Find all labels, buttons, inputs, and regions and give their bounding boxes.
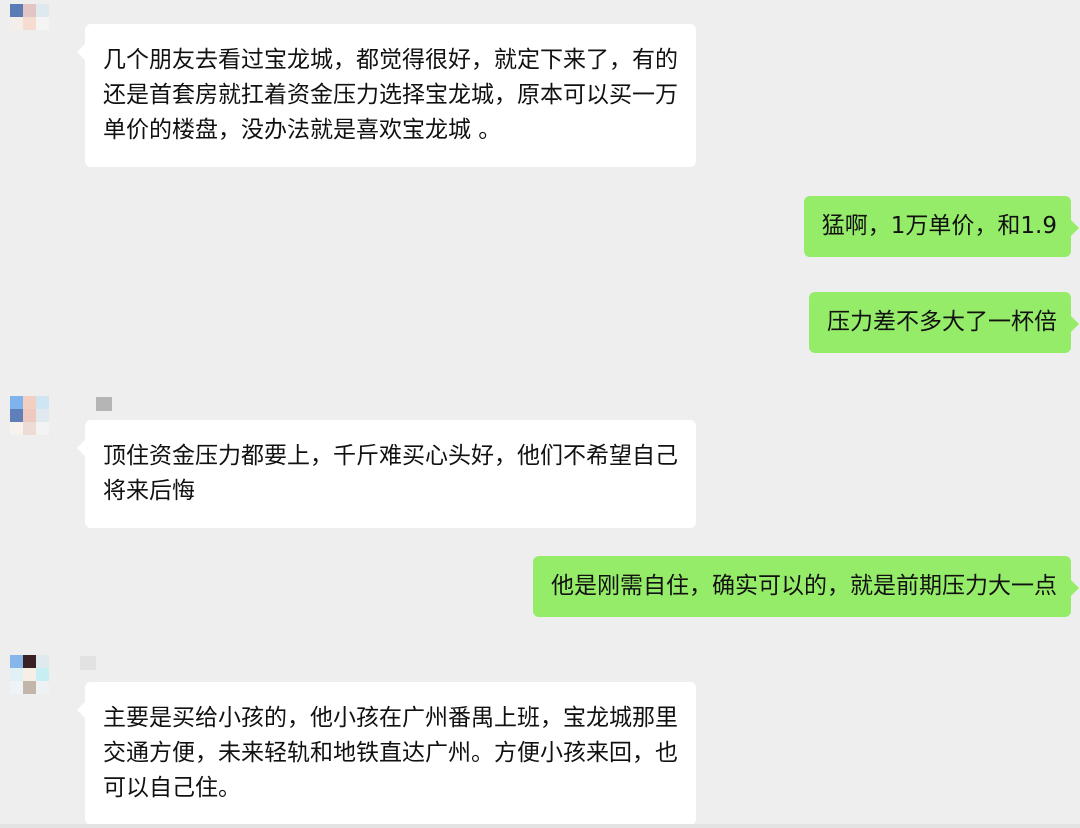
- avatar[interactable]: [10, 396, 62, 448]
- divider: [0, 824, 1080, 828]
- message-bubble-outgoing[interactable]: 压力差不多大了一杯倍: [809, 292, 1079, 353]
- avatar[interactable]: [10, 4, 62, 56]
- message-bubble-outgoing[interactable]: 他是刚需自住，确实可以的，就是前期压力大一点: [533, 556, 1079, 617]
- message-text-line: 几个朋友去看过宝龙城，都觉得很好，就定下来了，有的: [103, 47, 678, 73]
- avatar[interactable]: [10, 655, 62, 707]
- message-text-line: 猛啊，1万单价，和1.9: [821, 213, 1057, 239]
- message-text-line: 交通方便，未来轻轨和地铁直达广州。方便小孩来回，也: [103, 740, 678, 766]
- message-text-line: 他是刚需自住，确实可以的，就是前期压力大一点: [551, 573, 1057, 599]
- message-text-line: 主要是买给小孩的，他小孩在广州番禺上班，宝龙城那里: [103, 705, 678, 731]
- sender-nickname: [80, 656, 96, 670]
- message-bubble-incoming[interactable]: 顶住资金压力都要上，千斤难买心头好，他们不希望自己 将来后悔: [77, 420, 696, 528]
- message-text-line: 将来后悔: [103, 478, 195, 504]
- message-text-line: 单价的楼盘，没办法就是喜欢宝龙城 。: [103, 117, 502, 143]
- message-bubble-incoming[interactable]: 几个朋友去看过宝龙城，都觉得很好，就定下来了，有的 还是首套房就扛着资金压力选择…: [77, 24, 696, 167]
- sender-nickname: [96, 397, 112, 411]
- message-text-line: 可以自己住。: [103, 775, 241, 801]
- message-bubble-incoming[interactable]: 主要是买给小孩的，他小孩在广州番禺上班，宝龙城那里 交通方便，未来轻轨和地铁直达…: [77, 682, 696, 825]
- message-bubble-outgoing[interactable]: 猛啊，1万单价，和1.9: [803, 196, 1080, 257]
- message-text-line: 还是首套房就扛着资金压力选择宝龙城，原本可以买一万: [103, 82, 678, 108]
- message-text-line: 顶住资金压力都要上，千斤难买心头好，他们不希望自己: [103, 443, 678, 469]
- message-text-line: 压力差不多大了一杯倍: [827, 309, 1057, 335]
